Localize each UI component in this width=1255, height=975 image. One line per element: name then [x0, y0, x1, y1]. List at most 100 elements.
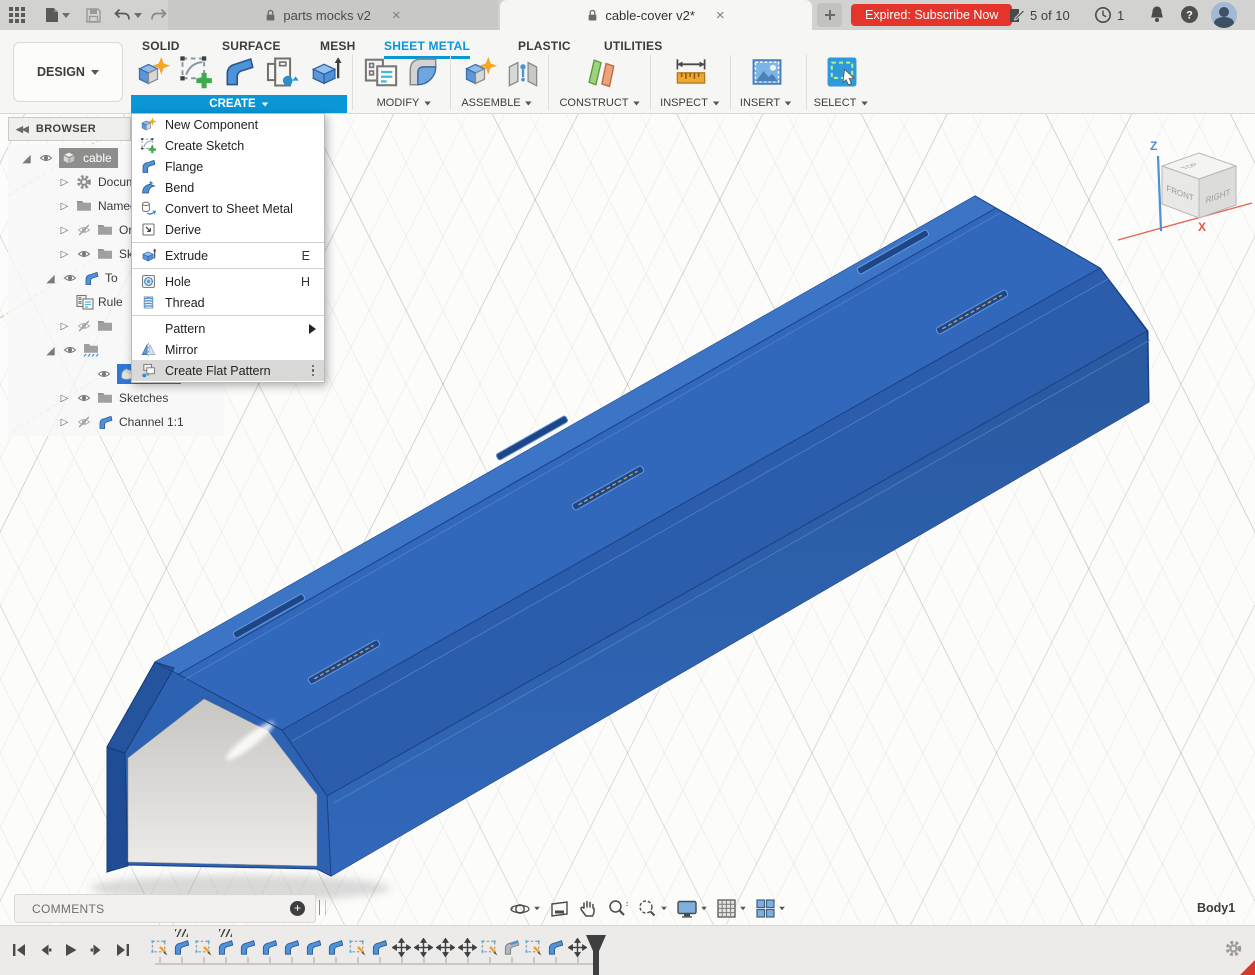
viewports-caret-icon[interactable] — [779, 907, 785, 911]
inspect-group-dropdown[interactable]: INSPECT — [660, 97, 720, 109]
unfold-button[interactable] — [263, 53, 301, 91]
timeline-feature-flange[interactable] — [282, 938, 301, 957]
browser-row-sketches[interactable]: ▷ Sketches — [8, 386, 224, 410]
expand-arrow-icon[interactable]: ▷ — [58, 225, 71, 236]
notifications-history[interactable]: 1 — [1094, 0, 1124, 30]
visibility-eye-icon[interactable] — [76, 391, 92, 405]
timeline-feature-move[interactable] — [392, 938, 411, 957]
fillet-button[interactable] — [404, 53, 442, 91]
close-tab-icon[interactable]: × — [392, 7, 401, 24]
file-menu-caret-icon[interactable] — [62, 13, 70, 18]
menu-item-flange[interactable]: Flange — [132, 156, 324, 177]
view-cube[interactable]: TOP FRONT RIGHT — [1162, 153, 1236, 218]
timeline-settings-gear-icon[interactable] — [1224, 939, 1243, 958]
timeline-feature-move[interactable] — [436, 938, 455, 957]
select-group-dropdown[interactable]: SELECT — [814, 97, 869, 109]
expand-arrow-icon[interactable]: ▷ — [58, 393, 71, 404]
menu-item-derive[interactable]: Derive — [132, 219, 324, 240]
file-menu-icon[interactable] — [42, 5, 62, 25]
menu-item-create-sketch[interactable]: Create Sketch — [132, 135, 324, 156]
expand-arrow-icon[interactable]: ◢ — [44, 272, 57, 285]
flange-button[interactable] — [220, 53, 258, 91]
look-at-button[interactable] — [547, 899, 572, 919]
visibility-eye-off-icon[interactable] — [76, 223, 92, 237]
orbit-caret-icon[interactable] — [534, 907, 540, 911]
viewports-button[interactable] — [753, 898, 788, 919]
document-tab-inactive[interactable]: parts mocks v2 × — [168, 0, 498, 30]
visibility-eye-off-icon[interactable] — [76, 415, 92, 429]
app-grid-icon[interactable] — [7, 5, 27, 25]
help-icon[interactable]: ? — [1180, 5, 1199, 24]
menu-item-new-component[interactable]: New Component — [132, 114, 324, 135]
pan-button[interactable] — [576, 898, 600, 919]
timeline-feature-move[interactable] — [414, 938, 433, 957]
modify-group-dropdown[interactable]: MODIFY — [377, 97, 432, 109]
new-tab-button[interactable] — [817, 3, 842, 27]
insert-group-dropdown[interactable]: INSERT — [740, 97, 792, 109]
menu-item-hole[interactable]: Hole H — [132, 271, 324, 292]
measure-button[interactable] — [672, 53, 710, 91]
insert-canvas-button[interactable] — [748, 53, 786, 91]
timeline-go-to-end-button[interactable] — [112, 939, 134, 961]
create-sketch-button[interactable] — [177, 53, 215, 91]
timeline-go-to-start-button[interactable] — [8, 939, 30, 961]
select-button[interactable] — [823, 53, 861, 91]
visibility-eye-icon[interactable] — [76, 247, 92, 261]
visibility-eye-off-icon[interactable] — [76, 319, 92, 333]
expand-arrow-icon[interactable]: ▷ — [58, 177, 71, 188]
create-group-dropdown[interactable]: CREATE — [131, 95, 347, 113]
timeline-feature-sketch[interactable] — [348, 938, 367, 957]
expand-arrow-icon[interactable]: ◢ — [20, 152, 33, 165]
timeline-feature-flange[interactable] — [304, 938, 323, 957]
collapse-panel-icon[interactable]: ◀◀ — [16, 124, 28, 135]
browser-row-channel[interactable]: ▷ Channel 1:1 — [8, 410, 224, 434]
workspace-switcher[interactable]: DESIGN — [13, 42, 123, 102]
menu-item-bend[interactable]: Bend — [132, 177, 324, 198]
timeline-feature-sketch[interactable] — [150, 938, 169, 957]
timeline-step-forward-button[interactable] — [86, 939, 108, 961]
display-caret-icon[interactable] — [701, 907, 707, 911]
timeline-feature-flange[interactable] — [260, 938, 279, 957]
expand-arrow-icon[interactable]: ▷ — [58, 201, 71, 212]
more-options-icon[interactable] — [312, 365, 315, 377]
grid-caret-icon[interactable] — [740, 907, 746, 911]
timeline-playhead[interactable] — [585, 934, 607, 975]
timeline-feature-sketch[interactable] — [194, 938, 213, 957]
close-tab-icon[interactable]: × — [716, 7, 725, 24]
avatar[interactable] — [1211, 2, 1237, 28]
orbit-button[interactable] — [507, 898, 543, 920]
document-tab-active[interactable]: cable-cover v2* × — [500, 0, 812, 30]
expand-arrow-icon[interactable]: ▷ — [58, 249, 71, 260]
add-comment-icon[interactable]: + — [290, 901, 305, 916]
menu-item-create-flat-pattern[interactable]: Create Flat Pattern — [132, 360, 324, 381]
timeline-feature-move[interactable] — [458, 938, 477, 957]
visibility-eye-icon[interactable] — [62, 271, 78, 285]
display-settings-button[interactable] — [674, 899, 710, 919]
expand-arrow-icon[interactable]: ▷ — [58, 417, 71, 428]
timeline-feature-flange[interactable] — [326, 938, 345, 957]
timeline-feature-sketch[interactable] — [480, 938, 499, 957]
expand-arrow-icon[interactable]: ▷ — [58, 321, 71, 332]
menu-item-pattern[interactable]: Pattern — [132, 318, 324, 339]
timeline-feature-flange[interactable] — [370, 938, 389, 957]
fit-caret-icon[interactable] — [661, 907, 667, 911]
timeline-feature-flange-grey[interactable] — [502, 938, 521, 957]
visibility-eye-icon[interactable] — [62, 343, 78, 357]
expand-arrow-icon[interactable]: ◢ — [44, 344, 57, 357]
timeline-feature-flange[interactable] — [172, 938, 191, 957]
subscribe-button[interactable]: Expired: Subscribe Now — [851, 4, 1012, 26]
timeline-feature-flange[interactable] — [546, 938, 565, 957]
timeline-feature-sketch[interactable] — [524, 938, 543, 957]
timeline-play-button[interactable] — [60, 939, 82, 961]
construct-group-dropdown[interactable]: CONSTRUCT — [559, 97, 640, 109]
assemble-group-dropdown[interactable]: ASSEMBLE — [461, 97, 532, 109]
construct-plane-button[interactable] — [582, 53, 620, 91]
timeline-step-back-button[interactable] — [34, 939, 56, 961]
browser-header[interactable]: ◀◀ BROWSER — [8, 117, 131, 141]
extrude-button[interactable] — [306, 53, 344, 91]
timeline-feature-flange[interactable] — [216, 938, 235, 957]
timeline-feature-flange[interactable] — [238, 938, 257, 957]
menu-item-convert-to-sheet-metal[interactable]: Convert to Sheet Metal — [132, 198, 324, 219]
new-component-button[interactable] — [134, 53, 172, 91]
joint-button[interactable] — [504, 53, 542, 91]
